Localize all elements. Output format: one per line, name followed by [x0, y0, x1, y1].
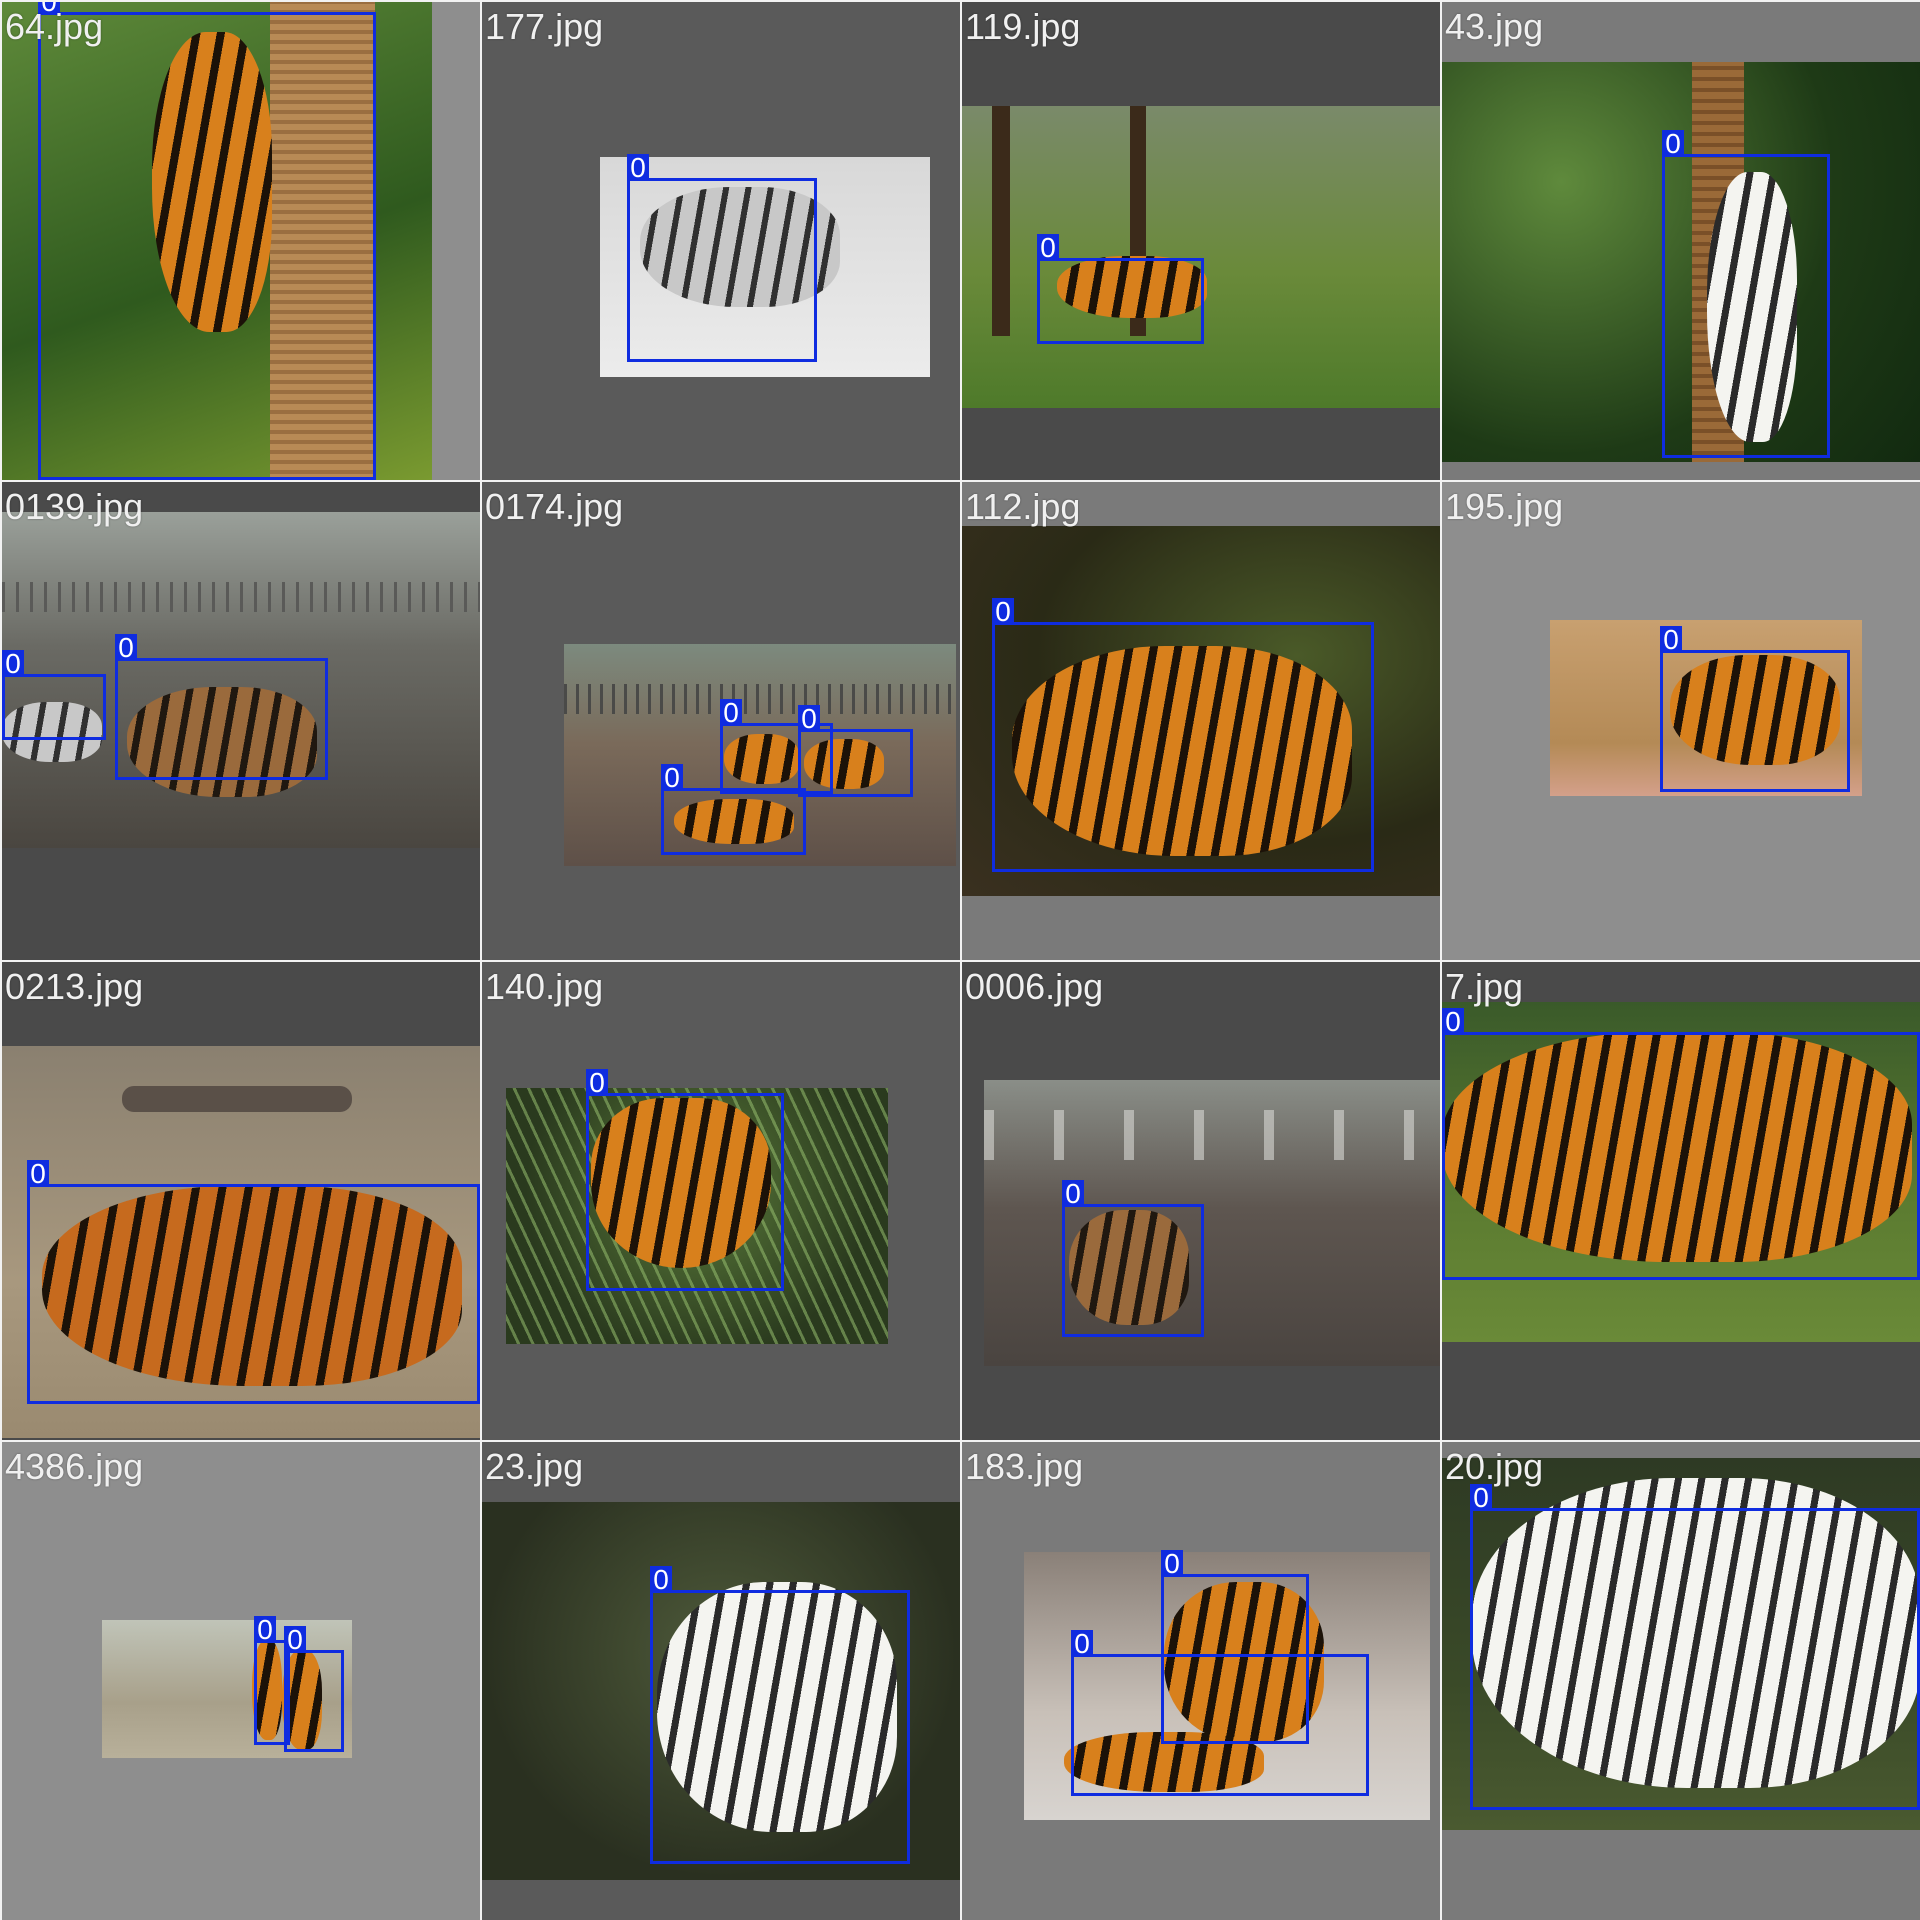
image-filename: 0174.jpg: [485, 486, 624, 527]
detection-box: 0: [115, 634, 328, 780]
detection-box: 0: [2, 650, 106, 740]
mosaic-cell: 119.jpg 0: [962, 2, 1440, 480]
class-label: 0: [1161, 1550, 1183, 1578]
image-filename: 64.jpg: [5, 6, 104, 47]
mosaic-cell: 4386.jpg 0 0: [2, 1442, 480, 1920]
class-label: 0: [284, 1626, 306, 1654]
class-label: 0: [1037, 234, 1059, 262]
class-label: 0: [661, 764, 683, 792]
mosaic-cell: 140.jpg 0: [482, 962, 960, 1440]
mosaic-cell: 0213.jpg 0: [2, 962, 480, 1440]
image-filename: 119.jpg: [965, 6, 1081, 47]
image-filename: 183.jpg: [965, 1446, 1084, 1487]
mosaic-cell: 177.jpg 0: [482, 2, 960, 480]
mosaic-cell: 0006.jpg 0: [962, 962, 1440, 1440]
detection-box: 0: [1037, 234, 1204, 344]
class-label: 0: [1662, 130, 1684, 158]
class-label: 0: [627, 154, 649, 182]
detection-box: 0: [650, 1566, 910, 1864]
class-label: 0: [254, 1616, 276, 1644]
image-filename: 195.jpg: [1445, 486, 1564, 527]
class-label: 0: [2, 650, 24, 678]
image-filename: 177.jpg: [485, 6, 604, 47]
detection-box: 0: [1442, 1008, 1920, 1280]
mosaic-cell: 64.jpg 0: [2, 2, 480, 480]
mosaic-cell: 23.jpg 0: [482, 1442, 960, 1920]
detection-box: 0: [284, 1626, 344, 1752]
mosaic-cell: 112.jpg 0: [962, 482, 1440, 960]
class-label: 0: [115, 634, 137, 662]
image-filename: 0006.jpg: [965, 966, 1104, 1007]
image-filename: 20.jpg: [1445, 1446, 1544, 1487]
mosaic-cell: 7.jpg 0: [1442, 962, 1920, 1440]
class-label: 0: [1071, 1630, 1093, 1658]
class-label: 0: [798, 705, 820, 733]
mosaic-cell: 195.jpg 0: [1442, 482, 1920, 960]
detection-box: 0: [1470, 1484, 1920, 1810]
mosaic-cell: 0139.jpg 0 0: [2, 482, 480, 960]
detection-box: 0: [1662, 130, 1830, 458]
detection-box: 0: [38, 2, 376, 480]
image-filename: 0139.jpg: [5, 486, 144, 527]
class-label: 0: [1062, 1180, 1084, 1208]
image-filename: 43.jpg: [1445, 6, 1544, 47]
image-filename: 112.jpg: [965, 486, 1081, 527]
detection-box: 0: [1071, 1630, 1369, 1796]
class-label: 0: [650, 1566, 672, 1594]
mosaic-cell: 43.jpg 0: [1442, 2, 1920, 480]
mosaic-cell: 0174.jpg 0 0 0: [482, 482, 960, 960]
image-filename: 0213.jpg: [5, 966, 144, 1007]
tiger-photo: [962, 106, 1440, 408]
detection-box: 0: [992, 598, 1374, 872]
class-label: 0: [586, 1069, 608, 1097]
image-mosaic: 64.jpg 0 177.jpg 0 119.jpg 0 43.jpg: [0, 0, 1920, 1920]
image-filename: 140.jpg: [485, 966, 604, 1007]
image-filename: 23.jpg: [485, 1446, 584, 1487]
class-label: 0: [27, 1160, 49, 1188]
detection-box: 0: [1660, 626, 1850, 792]
mosaic-cell: 183.jpg 0 0: [962, 1442, 1440, 1920]
image-filename: 7.jpg: [1445, 966, 1524, 1007]
image-filename: 4386.jpg: [5, 1446, 144, 1487]
tiger-photo: [984, 1080, 1440, 1366]
detection-box: 0: [1062, 1180, 1204, 1337]
class-label: 0: [1660, 626, 1682, 654]
class-label: 0: [1442, 1008, 1464, 1036]
class-label: 0: [720, 699, 742, 727]
detection-box: 0: [627, 154, 817, 362]
mosaic-cell: 20.jpg 0: [1442, 1442, 1920, 1920]
class-label: 0: [992, 598, 1014, 626]
detection-box: 0: [798, 705, 913, 797]
detection-box: 0: [586, 1069, 784, 1291]
detection-box: 0: [661, 764, 806, 855]
detection-box: 0: [27, 1160, 480, 1404]
